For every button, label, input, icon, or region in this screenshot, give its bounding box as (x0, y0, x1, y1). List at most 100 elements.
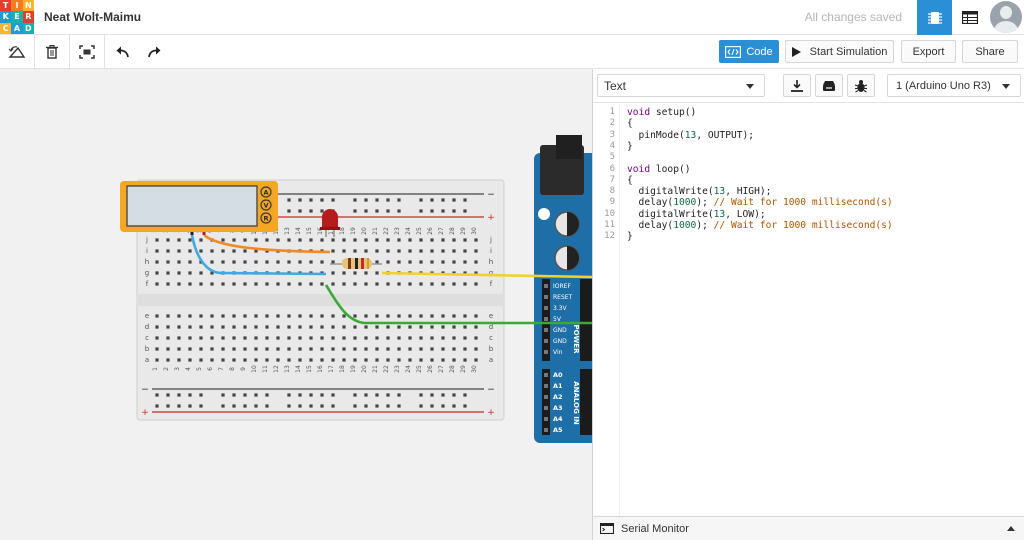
circuit-canvas[interactable]: 1122334455667788991010111112121313141415… (0, 69, 592, 540)
breadboard-hole[interactable] (375, 358, 379, 362)
breadboard-hole[interactable] (221, 249, 225, 253)
breadboard-hole[interactable] (375, 260, 379, 264)
breadboard-hole[interactable] (298, 238, 302, 242)
breadboard-hole[interactable] (375, 282, 379, 286)
code-line[interactable]: { (627, 118, 633, 129)
breadboard-hole[interactable] (430, 238, 434, 242)
code-line[interactable]: digitalWrite(13, HIGH); (627, 186, 772, 197)
rail-hole[interactable] (188, 404, 192, 408)
rail-hole[interactable] (364, 209, 368, 213)
rail-hole[interactable] (177, 404, 181, 408)
rail-hole[interactable] (441, 198, 445, 202)
header-pin[interactable] (544, 395, 548, 399)
rail-hole[interactable] (386, 209, 390, 213)
rail-hole[interactable] (386, 393, 390, 397)
breadboard-hole[interactable] (397, 358, 401, 362)
rail-hole[interactable] (430, 198, 434, 202)
breadboard-hole[interactable] (199, 336, 203, 340)
breadboard-hole[interactable] (364, 271, 368, 275)
breadboard-hole[interactable] (166, 249, 170, 253)
breadboard-hole[interactable] (331, 249, 335, 253)
breadboard-hole[interactable] (452, 249, 456, 253)
breadboard-hole[interactable] (320, 314, 324, 318)
breadboard-hole[interactable] (430, 325, 434, 329)
breadboard-hole[interactable] (463, 314, 467, 318)
breadboard-hole[interactable] (309, 358, 313, 362)
breadboard-hole[interactable] (155, 260, 159, 264)
rail-hole[interactable] (430, 404, 434, 408)
export-button[interactable]: Export (901, 40, 956, 63)
breadboard-hole[interactable] (463, 282, 467, 286)
breadboard-hole[interactable] (397, 336, 401, 340)
breadboard-hole[interactable] (463, 347, 467, 351)
breadboard-hole[interactable] (309, 314, 313, 318)
breadboard-hole[interactable] (386, 282, 390, 286)
breadboard-hole[interactable] (276, 325, 280, 329)
rail-hole[interactable] (463, 198, 467, 202)
breadboard-hole[interactable] (188, 325, 192, 329)
breadboard-hole[interactable] (276, 336, 280, 340)
breadboard-hole[interactable] (243, 260, 247, 264)
code-line[interactable]: pinMode(13, OUTPUT); (627, 130, 755, 141)
code-editor[interactable]: 1 2 3 4 5 6 7 8 9 10 11 12 void setup(){ pinMode(13… (593, 104, 1024, 516)
rail-hole[interactable] (265, 404, 269, 408)
rail-hole[interactable] (199, 404, 203, 408)
breadboard-hole[interactable] (309, 260, 313, 264)
header-pin[interactable] (544, 406, 548, 410)
breadboard-hole[interactable] (452, 347, 456, 351)
breadboard-hole[interactable] (364, 325, 368, 329)
breadboard-hole[interactable] (430, 282, 434, 286)
breadboard-hole[interactable] (188, 260, 192, 264)
breadboard-hole[interactable] (430, 347, 434, 351)
breadboard-hole[interactable] (463, 238, 467, 242)
rail-hole[interactable] (254, 393, 258, 397)
breadboard-hole[interactable] (177, 238, 181, 242)
component-list-button[interactable] (952, 0, 988, 35)
breadboard-hole[interactable] (441, 314, 445, 318)
breadboard-hole[interactable] (243, 249, 247, 253)
rail-hole[interactable] (375, 404, 379, 408)
rail-hole[interactable] (232, 404, 236, 408)
breadboard-hole[interactable] (419, 314, 423, 318)
serial-monitor-bar[interactable]: Serial Monitor (593, 516, 1024, 540)
code-line[interactable]: { (627, 175, 633, 186)
breadboard-hole[interactable] (287, 260, 291, 264)
breadboard-hole[interactable] (287, 325, 291, 329)
breadboard-hole[interactable] (298, 336, 302, 340)
breadboard-hole[interactable] (232, 347, 236, 351)
rail-hole[interactable] (320, 209, 324, 213)
rail-hole[interactable] (353, 404, 357, 408)
breadboard-hole[interactable] (375, 314, 379, 318)
breadboard-hole[interactable] (265, 238, 269, 242)
breadboard-hole[interactable] (243, 325, 247, 329)
breadboard-hole[interactable] (386, 347, 390, 351)
breadboard-hole[interactable] (474, 325, 478, 329)
breadboard-hole[interactable] (166, 336, 170, 340)
breadboard-hole[interactable] (342, 271, 346, 275)
breadboard-hole[interactable] (331, 325, 335, 329)
breadboard-hole[interactable] (331, 314, 335, 318)
rail-hole[interactable] (419, 209, 423, 213)
breadboard-hole[interactable] (331, 271, 335, 275)
breadboard-hole[interactable] (342, 282, 346, 286)
breadboard-hole[interactable] (386, 358, 390, 362)
header-pin[interactable] (544, 373, 548, 377)
rail-hole[interactable] (364, 198, 368, 202)
breadboard-hole[interactable] (474, 260, 478, 264)
breadboard-hole[interactable] (342, 249, 346, 253)
breadboard-hole[interactable] (375, 238, 379, 242)
breadboard-hole[interactable] (386, 249, 390, 253)
breadboard-hole[interactable] (188, 238, 192, 242)
breadboard-hole[interactable] (408, 314, 412, 318)
rail-hole[interactable] (320, 393, 324, 397)
breadboard-hole[interactable] (309, 325, 313, 329)
breadboard-hole[interactable] (188, 314, 192, 318)
header-pin[interactable] (544, 284, 548, 288)
breadboard-hole[interactable] (243, 238, 247, 242)
breadboard-hole[interactable] (188, 358, 192, 362)
breadboard-hole[interactable] (276, 282, 280, 286)
breadboard-hole[interactable] (210, 282, 214, 286)
breadboard-hole[interactable] (232, 260, 236, 264)
breadboard-hole[interactable] (441, 260, 445, 264)
breadboard-hole[interactable] (397, 238, 401, 242)
